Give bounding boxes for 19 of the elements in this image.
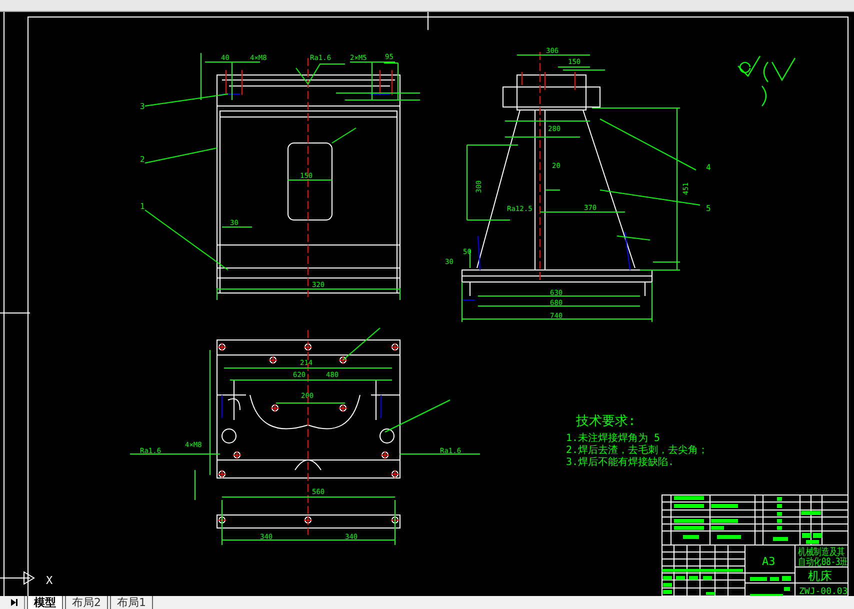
roughness-symbol-icon	[737, 55, 796, 107]
ucs-axis-icon	[0, 564, 35, 596]
part-number: 3	[140, 102, 145, 111]
tech-requirements-title: 技术要求:	[576, 414, 636, 429]
layout-tab[interactable]: 布局2	[65, 596, 108, 609]
layout-tab[interactable]: 布局1	[110, 596, 153, 609]
layout-tab[interactable]: 模型	[27, 596, 63, 609]
part-number: 2	[140, 155, 145, 164]
tech-requirement-line: 2.焊后去渣，去毛刺，去尖角；	[566, 445, 708, 456]
tech-requirement-line: 1.未注焊接焊角为 5	[566, 433, 660, 444]
axis-label: X	[46, 574, 53, 587]
part-number: 1	[140, 202, 145, 211]
sheet-size-label: A3	[762, 555, 776, 568]
part-number: 4	[706, 163, 711, 172]
part-name-label: 机床	[808, 569, 832, 583]
drawing-number-label: ZWJ-00.03	[799, 587, 848, 596]
part-number: 5	[706, 204, 711, 213]
class-name-label: 自动化08-3班	[798, 557, 848, 568]
tech-requirement-line: 3.焊后不能有焊接缺陷.	[566, 457, 674, 468]
